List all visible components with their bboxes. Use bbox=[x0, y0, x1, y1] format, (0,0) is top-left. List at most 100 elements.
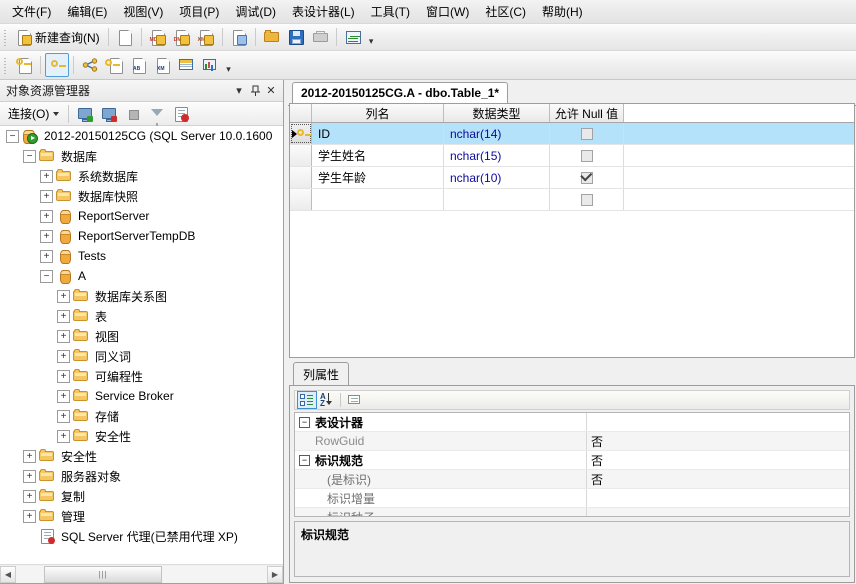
new-blank-query-button[interactable] bbox=[113, 25, 137, 49]
tree-node[interactable]: + 管理 bbox=[0, 506, 283, 526]
designer-row[interactable]: 学生姓名 nchar(15) bbox=[290, 145, 854, 167]
scrollbar-track[interactable]: ||| bbox=[16, 565, 267, 583]
menu-item-tools[interactable]: 工具(T) bbox=[363, 0, 418, 23]
property-expander-minus-icon[interactable]: − bbox=[299, 416, 310, 428]
new-xmla-query-button[interactable]: XM bbox=[194, 25, 218, 49]
tab-column-properties[interactable]: 列属性 bbox=[293, 362, 350, 385]
stop-button[interactable] bbox=[121, 102, 145, 126]
property-row[interactable]: RowGuid 否 bbox=[295, 432, 849, 451]
print-button[interactable] bbox=[308, 25, 332, 49]
analyze-button[interactable] bbox=[341, 25, 365, 49]
menu-item-help[interactable]: 帮助(H) bbox=[534, 0, 591, 23]
menu-item-project[interactable]: 项目(P) bbox=[171, 0, 227, 23]
tree-expander-plus-icon[interactable]: + bbox=[23, 469, 36, 483]
tree-node[interactable]: − 数据库 bbox=[0, 146, 283, 166]
tree-node[interactable]: + 表 bbox=[0, 306, 283, 326]
designer-cell-data-type[interactable] bbox=[444, 189, 550, 210]
property-row[interactable]: (是标识) 否 bbox=[295, 470, 849, 489]
designer-cell-allow-nulls[interactable] bbox=[550, 189, 624, 210]
designer-row-selector[interactable] bbox=[290, 145, 312, 166]
tree-node[interactable]: − 2012-20150125CG (SQL Server 10.0.1600 bbox=[0, 126, 283, 146]
property-row[interactable]: 标识种子 bbox=[295, 508, 849, 516]
designer-row[interactable]: 学生年龄 nchar(10) bbox=[290, 167, 854, 189]
property-row[interactable]: − 表设计器 bbox=[295, 413, 849, 432]
allow-nulls-checkbox[interactable] bbox=[579, 169, 593, 184]
tree-expander-plus-icon[interactable]: + bbox=[57, 429, 70, 443]
relationships-button[interactable] bbox=[78, 53, 102, 77]
tree-node[interactable]: + 数据库快照 bbox=[0, 186, 283, 206]
tree-node[interactable]: + Tests bbox=[0, 246, 283, 266]
property-value-cell[interactable] bbox=[587, 413, 849, 431]
allow-nulls-checkbox[interactable] bbox=[580, 127, 593, 140]
manage-indexes-button[interactable] bbox=[102, 53, 126, 77]
menu-item-window[interactable]: 窗口(W) bbox=[418, 0, 477, 23]
close-icon[interactable]: ✕ bbox=[263, 83, 279, 99]
properties-grid[interactable]: −表设计器RowGuid否−标识规范否(是标识)否标识增量标识种子 bbox=[294, 412, 850, 517]
designer-header-column-name[interactable]: 列名 bbox=[312, 104, 444, 122]
property-expander-minus-icon[interactable]: − bbox=[299, 454, 310, 466]
tree-node[interactable]: − A bbox=[0, 266, 283, 286]
property-pages-button[interactable] bbox=[344, 391, 364, 409]
manage-partitions-button[interactable] bbox=[198, 53, 222, 77]
menu-item-debug[interactable]: 调试(D) bbox=[227, 0, 284, 23]
tree-expander-plus-icon[interactable]: + bbox=[57, 389, 70, 403]
tree-node[interactable]: SQL Server 代理(已禁用代理 XP) bbox=[0, 526, 283, 546]
tree-expander-minus-icon[interactable]: − bbox=[23, 149, 36, 163]
tree-node[interactable]: + 安全性 bbox=[0, 446, 283, 466]
scroll-right-icon[interactable]: ▶ bbox=[267, 565, 283, 583]
property-row[interactable]: − 标识规范否 bbox=[295, 451, 849, 470]
tree-expander-plus-icon[interactable]: + bbox=[57, 369, 70, 383]
tree-node[interactable]: + 复制 bbox=[0, 486, 283, 506]
menu-item-file[interactable]: 文件(F) bbox=[4, 0, 59, 23]
designer-cell-data-type[interactable]: nchar(15) bbox=[444, 145, 550, 166]
generate-change-script-button[interactable] bbox=[12, 53, 36, 77]
property-name-cell[interactable]: − 表设计器 bbox=[295, 413, 587, 431]
property-value-cell[interactable]: 否 bbox=[587, 432, 849, 450]
property-name-cell[interactable]: RowGuid bbox=[295, 432, 587, 450]
object-explorer-tree[interactable]: −2012-20150125CG (SQL Server 10.0.1600− 数… bbox=[0, 126, 283, 563]
toolbar-grip[interactable] bbox=[2, 56, 9, 74]
tree-node[interactable]: + ReportServer bbox=[0, 206, 283, 226]
tree-expander-plus-icon[interactable]: + bbox=[40, 249, 53, 263]
property-name-cell[interactable]: 标识种子 bbox=[295, 508, 587, 516]
tree-expander-plus-icon[interactable]: + bbox=[57, 309, 70, 323]
property-value-cell[interactable]: 否 bbox=[587, 451, 849, 469]
toolbar-grip[interactable] bbox=[2, 28, 9, 46]
scroll-left-icon[interactable]: ◀ bbox=[0, 565, 16, 583]
designer-cell-column-name[interactable]: 学生年龄 bbox=[312, 167, 444, 188]
menu-item-community[interactable]: 社区(C) bbox=[477, 0, 534, 23]
tree-expander-plus-icon[interactable]: + bbox=[23, 489, 36, 503]
designer-row[interactable] bbox=[290, 189, 854, 211]
toolbar-overflow-button[interactable]: ▾ bbox=[365, 27, 378, 47]
tree-expander-plus-icon[interactable]: + bbox=[40, 229, 53, 243]
open-file-button[interactable] bbox=[260, 25, 284, 49]
filter-button[interactable] bbox=[145, 102, 169, 128]
tree-node[interactable]: + Service Broker bbox=[0, 386, 283, 406]
designer-header-allow-nulls[interactable]: 允许 Null 值 bbox=[550, 104, 624, 122]
tree-expander-plus-icon[interactable]: + bbox=[40, 209, 53, 223]
object-explorer-hscrollbar[interactable]: ◀ ||| ▶ bbox=[0, 564, 283, 583]
designer-cell-column-name[interactable] bbox=[312, 189, 444, 210]
allow-nulls-checkbox[interactable] bbox=[580, 193, 593, 206]
tree-node[interactable]: + 存储 bbox=[0, 406, 283, 426]
categorized-button[interactable] bbox=[297, 391, 317, 409]
manage-fulltext-index-button[interactable]: AB bbox=[126, 53, 150, 77]
designer-row-selector[interactable] bbox=[290, 189, 312, 210]
refresh-button[interactable] bbox=[169, 102, 193, 126]
tree-expander-plus-icon[interactable]: + bbox=[57, 289, 70, 303]
designer-row-selector[interactable] bbox=[290, 167, 312, 188]
new-mdx-query-button[interactable]: MD bbox=[146, 25, 170, 49]
tree-node[interactable]: + 同义词 bbox=[0, 346, 283, 366]
tree-expander-plus-icon[interactable]: + bbox=[23, 509, 36, 523]
property-name-cell[interactable]: 标识增量 bbox=[295, 489, 587, 507]
tree-node[interactable]: + 数据库关系图 bbox=[0, 286, 283, 306]
panel-dropdown-icon[interactable]: ▾ bbox=[231, 83, 247, 99]
designer-cell-allow-nulls[interactable] bbox=[550, 123, 624, 144]
tree-node[interactable]: + 可编程性 bbox=[0, 366, 283, 386]
allow-nulls-checkbox[interactable] bbox=[580, 149, 593, 162]
designer-cell-column-name[interactable]: ID bbox=[312, 123, 444, 144]
tree-expander-plus-icon[interactable]: + bbox=[57, 329, 70, 343]
tree-expander-plus-icon[interactable]: + bbox=[40, 169, 53, 183]
property-name-cell[interactable]: − 标识规范 bbox=[295, 451, 587, 469]
property-row[interactable]: 标识增量 bbox=[295, 489, 849, 508]
